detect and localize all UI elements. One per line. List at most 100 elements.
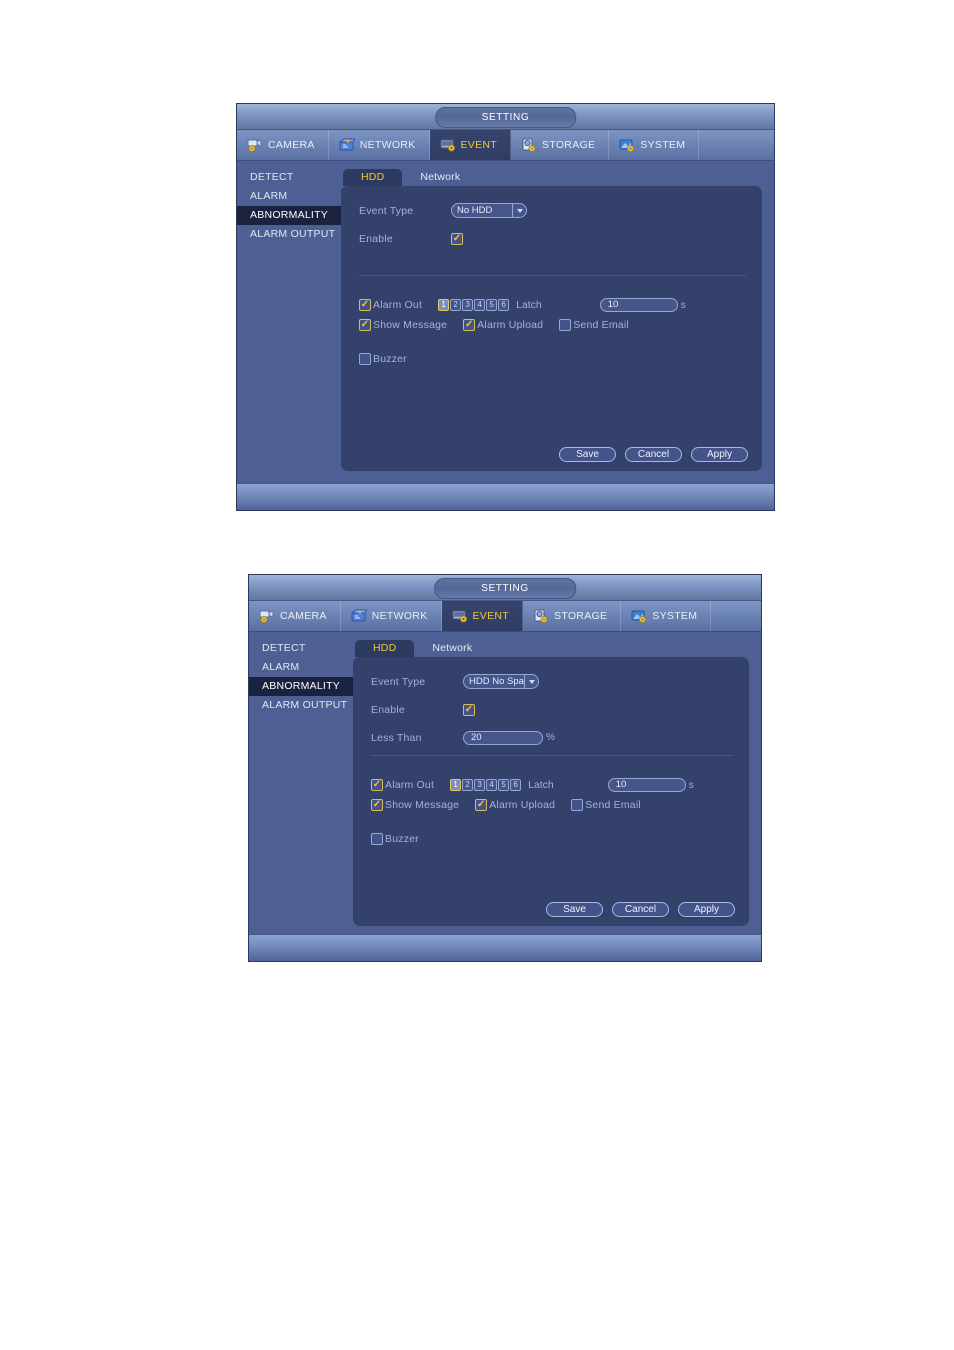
alarm-upload-group[interactable]: ✓ Alarm Upload	[463, 319, 543, 331]
less-than-label: Less Than	[371, 731, 422, 744]
send-email-checkbox-2[interactable]: ✓	[571, 799, 584, 811]
enable-checkbox-2[interactable]: ✓	[463, 703, 475, 716]
channel-4-2[interactable]: 4	[486, 779, 498, 791]
tab-event-2[interactable]: EVENT	[441, 601, 524, 631]
apply-button[interactable]: Apply	[691, 447, 748, 462]
tab-network[interactable]: NETWORK	[329, 130, 430, 160]
tab-system[interactable]: SYSTEM	[609, 130, 700, 160]
chevron-down-icon[interactable]	[512, 204, 526, 217]
window-footer	[237, 483, 774, 510]
sidebar-item-detect[interactable]: DETECT	[237, 168, 341, 187]
save-button-2[interactable]: Save	[546, 902, 603, 917]
setting-window-1: SETTING CAMERA NETWORK EVENT STORAGE SYS…	[236, 103, 775, 511]
tab-storage-label-2: STORAGE	[554, 610, 608, 622]
tab-camera-2[interactable]: CAMERA	[249, 601, 341, 631]
button-row-2: Save Cancel Apply	[546, 902, 735, 917]
channel-selector[interactable]: 1 2 3 4 5 6	[438, 299, 510, 311]
send-email-checkbox[interactable]: ✓	[559, 319, 572, 331]
channel-1[interactable]: 1	[438, 299, 450, 311]
system-icon	[619, 138, 635, 152]
event-type-select[interactable]: No HDD	[451, 203, 527, 218]
enable-checkbox[interactable]: ✓	[451, 232, 463, 245]
channel-2-2[interactable]: 2	[462, 779, 474, 791]
alarm-out-checkbox-2[interactable]: ✓	[371, 779, 383, 791]
channel-6-2[interactable]: 6	[510, 779, 522, 791]
tab-system-label: SYSTEM	[640, 139, 686, 151]
channel-3[interactable]: 3	[462, 299, 474, 311]
cancel-button-2[interactable]: Cancel	[612, 902, 669, 917]
channel-5-2[interactable]: 5	[498, 779, 510, 791]
window-titlebar-2: SETTING	[249, 575, 761, 601]
alarm-upload-checkbox[interactable]: ✓	[463, 319, 476, 331]
sidebar-item-alarm-output-2[interactable]: ALARM OUTPUT	[249, 696, 353, 715]
show-message-checkbox-2[interactable]: ✓	[371, 799, 383, 811]
tab-storage-2[interactable]: STORAGE	[523, 601, 622, 631]
tab-hdd[interactable]: HDD	[343, 169, 403, 186]
chevron-down-icon[interactable]	[524, 675, 538, 688]
alarm-upload-checkbox-2[interactable]: ✓	[475, 799, 488, 811]
channel-1-2[interactable]: 1	[450, 779, 462, 791]
show-message-group-2[interactable]: ✓ Show Message	[371, 799, 459, 811]
channel-6[interactable]: 6	[498, 299, 510, 311]
cancel-button[interactable]: Cancel	[625, 447, 682, 462]
channel-5[interactable]: 5	[486, 299, 498, 311]
sidebar-item-alarm-2[interactable]: ALARM	[249, 658, 353, 677]
alarm-out-checkbox[interactable]: ✓	[359, 299, 371, 311]
alarm-out-label: Alarm Out	[373, 299, 423, 311]
latch-unit-2: s	[688, 779, 694, 791]
alarm-out-group[interactable]: ✓ Alarm Out	[359, 299, 422, 311]
tab-system-label-2: SYSTEM	[652, 610, 698, 622]
event-icon	[440, 138, 456, 152]
notify-line-2: ✓ Show Message ✓ Alarm Upload ✓ Send Ema…	[371, 799, 733, 811]
tab-network-2[interactable]: NETWORK	[341, 601, 442, 631]
sidebar-item-abnormality[interactable]: ABNORMALITY	[237, 206, 341, 225]
alarm-upload-group-2[interactable]: ✓ Alarm Upload	[475, 799, 555, 811]
channel-4[interactable]: 4	[474, 299, 486, 311]
enable-row: Enable ✓	[359, 228, 746, 249]
show-message-group[interactable]: ✓ Show Message	[359, 319, 447, 331]
tab-system-2[interactable]: SYSTEM	[621, 601, 712, 631]
latch-input[interactable]: 10	[599, 298, 678, 312]
event-type-label: Event Type	[359, 204, 414, 217]
sidebar-item-alarm[interactable]: ALARM	[237, 187, 341, 206]
enable-label-2: Enable	[371, 703, 405, 716]
send-email-group[interactable]: ✓ Send Email	[559, 319, 629, 331]
buzzer-group-2[interactable]: ✓ Buzzer	[371, 833, 419, 845]
event-type-select-2[interactable]: HDD No Space	[463, 674, 539, 689]
tab-storage[interactable]: STORAGE	[511, 130, 610, 160]
event-type-row-2: Event Type HDD No Space	[371, 671, 733, 692]
alarm-upload-label: Alarm Upload	[477, 319, 544, 331]
channel-2[interactable]: 2	[450, 299, 462, 311]
tab-event[interactable]: EVENT	[429, 130, 512, 160]
tab-network-sub-2[interactable]: Network	[414, 640, 490, 657]
buzzer-line: ✓ Buzzer	[359, 353, 746, 365]
sidebar-item-abnormality-2[interactable]: ABNORMALITY	[249, 677, 353, 696]
sidenav-2: DETECT ALARM ABNORMALITY ALARM OUTPUT	[249, 632, 353, 934]
save-button[interactable]: Save	[559, 447, 616, 462]
window-footer-2	[249, 934, 761, 961]
apply-button-2[interactable]: Apply	[678, 902, 735, 917]
channel-selector-2[interactable]: 1 2 3 4 5 6	[450, 779, 522, 791]
alarm-out-label-2: Alarm Out	[385, 779, 435, 791]
tab-network-sub[interactable]: Network	[402, 169, 478, 186]
section-divider-2	[371, 755, 733, 756]
alarm-out-group-2[interactable]: ✓ Alarm Out	[371, 779, 434, 791]
system-icon	[631, 609, 647, 623]
less-than-input[interactable]: 20	[463, 730, 543, 745]
enable-label: Enable	[359, 232, 393, 245]
tab-hdd-2[interactable]: HDD	[355, 640, 415, 657]
buzzer-checkbox-2[interactable]: ✓	[371, 833, 383, 845]
show-message-checkbox[interactable]: ✓	[359, 319, 371, 331]
buzzer-checkbox[interactable]: ✓	[359, 353, 371, 365]
tab-camera[interactable]: CAMERA	[237, 130, 329, 160]
channel-3-2[interactable]: 3	[474, 779, 486, 791]
latch-input-2[interactable]: 10	[607, 778, 686, 792]
main-tabbar-2: CAMERA NETWORK EVENT STORAGE SYSTEM	[249, 601, 761, 632]
send-email-group-2[interactable]: ✓ Send Email	[571, 799, 641, 811]
settings-pane: HDD Network Event Type No HDD Enable ✓ ✓…	[341, 161, 774, 483]
main-tabbar: CAMERA NETWORK EVENT STORAGE SYSTEM	[237, 130, 774, 161]
button-row: Save Cancel Apply	[559, 447, 748, 462]
buzzer-group[interactable]: ✓ Buzzer	[359, 353, 407, 365]
sidebar-item-alarm-output[interactable]: ALARM OUTPUT	[237, 225, 341, 244]
sidebar-item-detect-2[interactable]: DETECT	[249, 639, 353, 658]
